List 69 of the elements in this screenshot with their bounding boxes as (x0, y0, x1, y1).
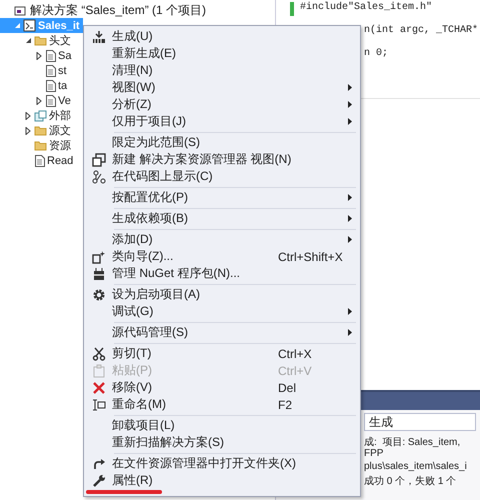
output-line: 成: 项目: Sales_item, (364, 436, 460, 448)
tree-item[interactable]: 源文 (0, 123, 83, 138)
menu-item[interactable]: 卸载项目(L) (86, 417, 360, 434)
tree-item[interactable]: 头文 (0, 33, 83, 48)
folder-icon (34, 140, 47, 151)
output-line: 成功 0 个，失败 1 个 (364, 474, 456, 487)
code-line: n(int argc, _TCHAR* (363, 25, 478, 38)
menu-item[interactable]: 新建 解决方案资源管理器 视图(N) (86, 151, 360, 168)
clipboard-icon (92, 364, 106, 378)
menu-item[interactable]: 重新扫描解决方案(S) (86, 434, 360, 451)
menu-item[interactable]: 重命名(M) F2 (86, 396, 360, 413)
menu-item[interactable]: 设为启动项目(A) (86, 286, 360, 303)
tree-item[interactable]: st (0, 63, 83, 78)
change-indicator (290, 2, 294, 16)
file-icon (45, 50, 56, 62)
tree-item[interactable]: Sa (0, 48, 83, 63)
code-line: n 0; (363, 48, 390, 61)
menu-item[interactable]: 类向导(Z)... Ctrl+Shift+X (86, 248, 360, 265)
menu-item[interactable]: 重新生成(E) (86, 45, 360, 62)
menu-item[interactable]: 生成依赖项(B) (86, 210, 360, 227)
menu-item[interactable]: 清理(N) (86, 62, 360, 79)
folder-icon (34, 125, 47, 136)
menu-item[interactable]: 剪切(T) Ctrl+X (86, 345, 360, 362)
menu-item[interactable]: 在代码图上显示(C) (86, 168, 360, 185)
scissors-icon (92, 346, 106, 360)
output-line: plus\sales_item\sales_i (364, 461, 467, 474)
menu-item[interactable]: 管理 NuGet 程序包(N)... (86, 265, 360, 282)
tree-item[interactable]: Read (0, 153, 83, 168)
expanded-arrow-icon (14, 22, 20, 29)
menu-item[interactable]: 属性(R) (86, 472, 360, 489)
file-icon (34, 154, 45, 166)
tree-item[interactable]: ta (0, 78, 83, 93)
menu-item[interactable]: 调试(G) (86, 303, 360, 320)
tree-item[interactable]: 资源 (0, 138, 83, 153)
new-view-icon (92, 152, 106, 166)
code-map-icon (92, 170, 106, 184)
menu-item[interactable]: 添加(D) (86, 231, 360, 248)
menu-item[interactable]: 按配置优化(P) (86, 189, 360, 206)
menu-item[interactable]: 视图(W) (86, 79, 360, 96)
menu-item[interactable]: 移除(V) Del (86, 379, 360, 396)
tree-item[interactable]: Ve (0, 93, 83, 108)
class-wizard-icon (92, 250, 106, 264)
output-source-dropdown[interactable]: 生成 (364, 413, 476, 431)
references-icon (34, 110, 47, 122)
file-icon (45, 64, 56, 76)
menu-item[interactable]: 仅用于项目(J) (86, 113, 360, 130)
output-line: FPP (364, 448, 384, 461)
menu-item[interactable]: 限定为此范围(S) (86, 134, 360, 151)
redo-arrow-icon (92, 456, 106, 470)
solution-icon (14, 4, 26, 16)
tree-item[interactable]: 外部 (0, 108, 83, 123)
menu-item[interactable]: 源代码管理(S) (86, 324, 360, 341)
file-icon (45, 80, 56, 92)
file-icon (45, 94, 56, 106)
settings-icon (92, 288, 106, 302)
package-icon (92, 266, 106, 280)
rename-icon (92, 398, 106, 412)
menu-item[interactable]: 生成(U) (86, 28, 360, 45)
expanded-arrow-icon (24, 37, 32, 44)
project-icon (23, 19, 36, 32)
close-icon (92, 380, 106, 394)
folder-icon (34, 35, 47, 46)
code-line: #include"Sales_item.h" (300, 2, 434, 15)
menu-item[interactable]: 在文件资源管理器中打开文件夹(X) (86, 455, 360, 472)
menu-item[interactable]: 分析(Z) (86, 96, 360, 113)
collapsed-arrow-icon (36, 52, 42, 60)
tree-item[interactable]: 解决方案 “Sales_item” (1 个项目) (0, 3, 275, 18)
build-icon (92, 30, 106, 44)
wrench-icon (92, 474, 106, 488)
